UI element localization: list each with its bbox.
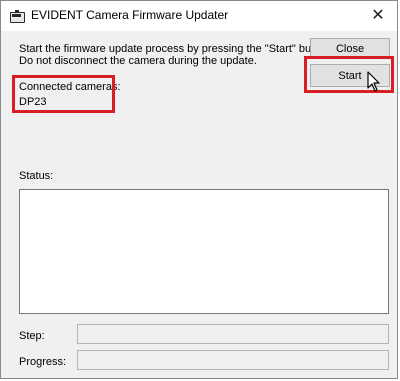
progress-label: Progress:	[19, 356, 67, 368]
connected-cameras-label: Connected cameras:	[19, 81, 121, 93]
window-title: EVIDENT Camera Firmware Updater	[31, 8, 229, 22]
title-bar[interactable]: EVIDENT Camera Firmware Updater ✕	[1, 1, 397, 31]
updater-window: EVIDENT Camera Firmware Updater ✕ Start …	[0, 0, 398, 379]
step-field	[77, 324, 389, 344]
mouse-pointer-icon	[367, 71, 380, 92]
progress-bar	[77, 350, 389, 370]
step-label: Step:	[19, 330, 45, 342]
status-label: Status:	[19, 170, 54, 182]
instruction-line-1: Start the firmware update process by pre…	[19, 43, 333, 55]
connected-camera-value: DP23	[19, 96, 47, 108]
status-textbox[interactable]	[19, 189, 389, 314]
instruction-line-2: Do not disconnect the camera during the …	[19, 55, 257, 67]
window-close-icon[interactable]: ✕	[367, 5, 389, 27]
camera-icon	[10, 10, 25, 23]
close-button[interactable]: Close	[310, 38, 390, 59]
